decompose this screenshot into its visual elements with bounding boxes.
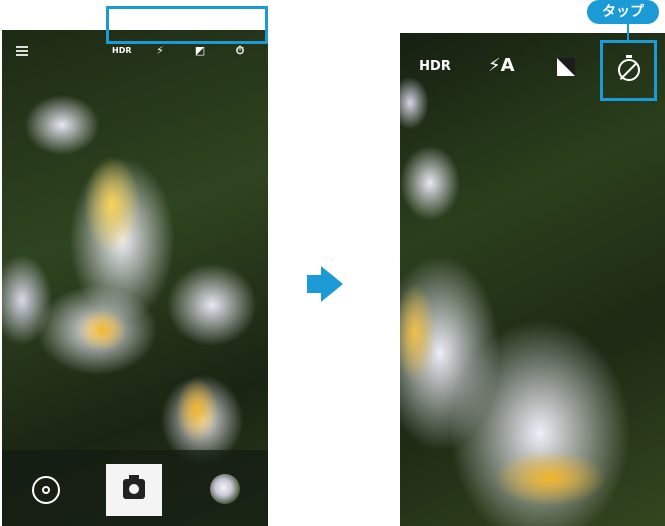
flash-auto-icon[interactable]: ⚡A: [488, 55, 515, 76]
toolbar-highlight-box: [106, 6, 268, 44]
timer-icon[interactable]: ⏱: [232, 44, 248, 58]
tap-callout: タップ: [587, 0, 659, 24]
camera-preview-before: HDR ⚡ ◩ ⏱: [2, 30, 268, 526]
camera-icon: [123, 475, 145, 499]
timer-highlight-box: [600, 40, 657, 101]
gallery-thumbnail[interactable]: [210, 474, 240, 504]
flash-icon[interactable]: ⚡: [152, 44, 168, 58]
camera-bottom-bar: [2, 450, 268, 526]
callout-pointer-line: [627, 24, 629, 41]
camera-preview-after: HDR ⚡A: [400, 33, 665, 526]
rotate-camera-icon[interactable]: [32, 476, 60, 504]
menu-icon[interactable]: [16, 46, 28, 56]
arrow-right-icon: [307, 266, 343, 302]
hdr-icon[interactable]: HDR: [112, 44, 132, 58]
hdr-icon[interactable]: HDR: [418, 59, 452, 74]
exposure-icon[interactable]: ◩: [192, 44, 208, 58]
shutter-button[interactable]: [106, 464, 162, 516]
exposure-icon[interactable]: [557, 58, 575, 76]
